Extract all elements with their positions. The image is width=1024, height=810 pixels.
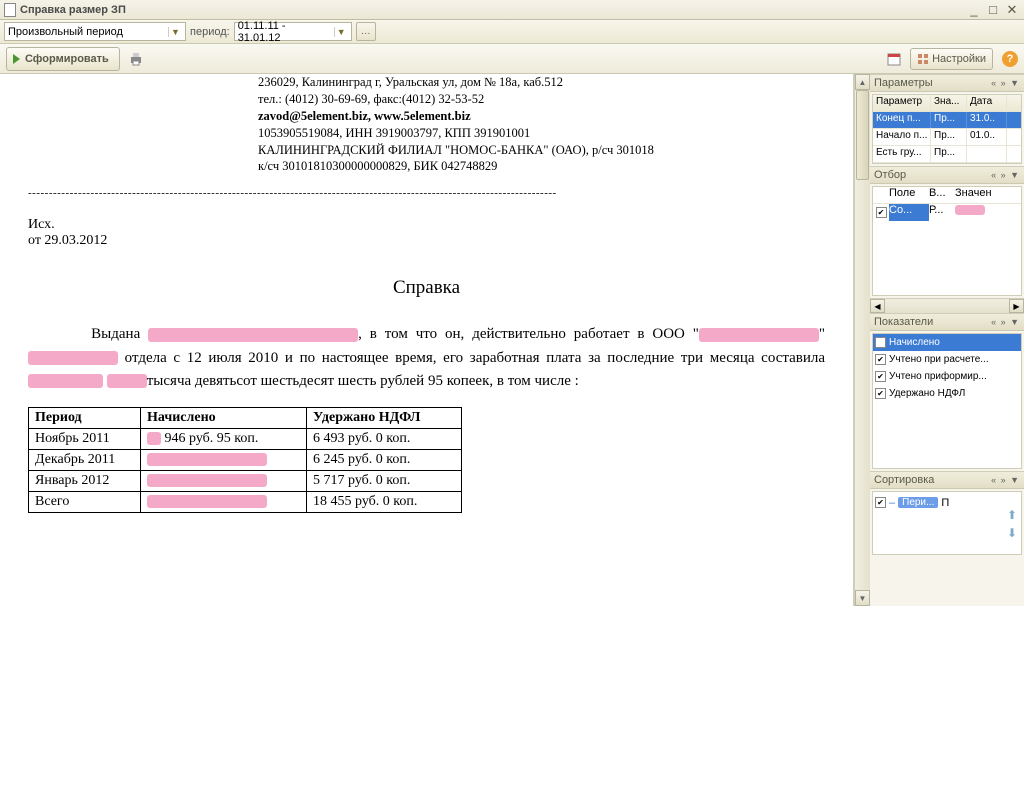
indicator-item[interactable]: ✔ Учтено при расчете... [873,351,1021,368]
panel-controls-icon[interactable]: « » ▼ [991,475,1020,485]
close-button[interactable]: ✕ [1004,3,1020,17]
param-row[interactable]: Конец п... Пр... 31.0.. [873,112,1021,129]
document-icon [4,3,16,17]
panel-controls-icon[interactable]: « » ▼ [991,78,1020,88]
redacted-amount2 [107,374,147,388]
action-toolbar: Сформировать Настройки ? [0,44,1024,74]
panel-controls-icon[interactable]: « » ▼ [991,170,1020,180]
period-value: 01.11.11 - 31.01.12 [238,20,331,44]
document-title: Справка [28,277,825,299]
checkbox[interactable]: ✔ [875,388,886,399]
parameters-panel-header[interactable]: Параметры « » ▼ [870,74,1024,92]
redacted-company [699,328,819,342]
maximize-button[interactable]: □ [985,3,1001,17]
redacted-dept [28,351,118,365]
scroll-down-button[interactable]: ▼ [855,590,870,606]
table-header: Начислено [141,408,307,429]
period-type-dropdown[interactable]: Произвольный период ▼ [4,22,186,41]
scroll-thumb[interactable] [856,90,869,180]
play-icon [13,54,20,64]
param-row[interactable]: Есть гру... Пр... [873,146,1021,163]
vertical-scrollbar[interactable]: ▲ ▼ [854,74,870,606]
table-header: Удержано НДФЛ [307,408,462,429]
scroll-left-button[interactable]: ◀ [870,299,885,313]
separator: ----------------------------------------… [28,187,825,199]
scroll-right-button[interactable]: ▶ [1009,299,1024,313]
generate-button[interactable]: Сформировать [6,47,120,71]
sort-list[interactable]: ✔ – Пери... П ⬆ ⬇ [872,491,1022,555]
print-icon[interactable] [126,49,146,69]
move-down-icon[interactable]: ⬇ [1007,526,1017,540]
move-up-icon[interactable]: ⬆ [1007,508,1017,522]
indicator-item[interactable]: ✔ Удержано НДФЛ [873,385,1021,402]
document-header: 236029, Калининград г, Уральская ул, дом… [258,74,825,175]
document-body: Выдана , в том что он, действительно раб… [28,323,825,393]
main-area: 236029, Калининград г, Уральская ул, дом… [0,74,1024,606]
table-row: Ноябрь 2011 946 руб. 95 коп. 6 493 руб. … [29,429,462,450]
period-type-value: Произвольный период [8,26,123,38]
table-row: Январь 2012 5 717 руб. 0 коп. [29,471,462,492]
reference-block: Исх. от 29.03.2012 [28,217,825,249]
checkbox[interactable]: ✔ [875,354,886,365]
scroll-up-button[interactable]: ▲ [855,74,870,90]
checkbox[interactable]: ✔ [875,371,886,382]
param-row[interactable]: Начало п... Пр... 01.0.. [873,129,1021,146]
indicators-panel-header[interactable]: Показатели « » ▼ [870,313,1024,331]
indicator-item[interactable]: ✔ Учтено приформир... [873,368,1021,385]
checkbox[interactable]: ✔ [875,337,886,348]
table-header: Период [29,408,141,429]
horizontal-scrollbar[interactable]: ◀ ▶ [870,298,1024,313]
minimize-button[interactable]: _ [966,3,982,17]
panel-controls-icon[interactable]: « » ▼ [991,317,1020,327]
period-toolbar: Произвольный период ▼ период: 01.11.11 -… [0,20,1024,44]
dropdown-arrow-icon: ▼ [168,27,182,37]
salary-table: Период Начислено Удержано НДФЛ Ноябрь 20… [28,407,462,513]
sort-panel-header[interactable]: Сортировка « » ▼ [870,471,1024,489]
redacted-amount [28,374,103,388]
help-button[interactable]: ? [1002,51,1018,67]
table-row: Декабрь 2011 6 245 руб. 0 коп. [29,450,462,471]
document-viewer[interactable]: 236029, Калининград г, Уральская ул, дом… [0,74,854,606]
sort-item[interactable]: ✔ – Пери... П [875,494,1019,511]
checkbox[interactable]: ✔ [875,497,886,508]
period-picker-button[interactable]: … [356,22,376,41]
settings-button[interactable]: Настройки [910,48,993,70]
parameters-table[interactable]: Параметр Зна... Дата Конец п... Пр... 31… [872,94,1022,164]
redacted-name [148,328,358,342]
filter-table[interactable]: Поле В... Значен ✔ Со... Р... [872,186,1022,296]
filter-panel-header[interactable]: Отбор « » ▼ [870,166,1024,184]
period-value-input[interactable]: 01.11.11 - 31.01.12 ▼ [234,22,352,41]
dropdown-arrow-icon: ▼ [334,27,348,37]
period-label: период: [190,26,230,38]
window-title: Справка размер ЗП [20,4,963,16]
indicators-list[interactable]: ✔ Начислено ✔ Учтено при расчете... ✔ Уч… [872,333,1022,469]
checkbox[interactable]: ✔ [876,207,887,218]
title-bar: Справка размер ЗП _ □ ✕ [0,0,1024,20]
calendar-icon[interactable] [884,49,904,69]
filter-row[interactable]: ✔ Со... Р... [873,204,1021,221]
side-panel: Параметры « » ▼ Параметр Зна... Дата Кон… [870,74,1024,606]
table-row: Всего 18 455 руб. 0 коп. [29,492,462,513]
indicator-item[interactable]: ✔ Начислено [873,334,1021,351]
